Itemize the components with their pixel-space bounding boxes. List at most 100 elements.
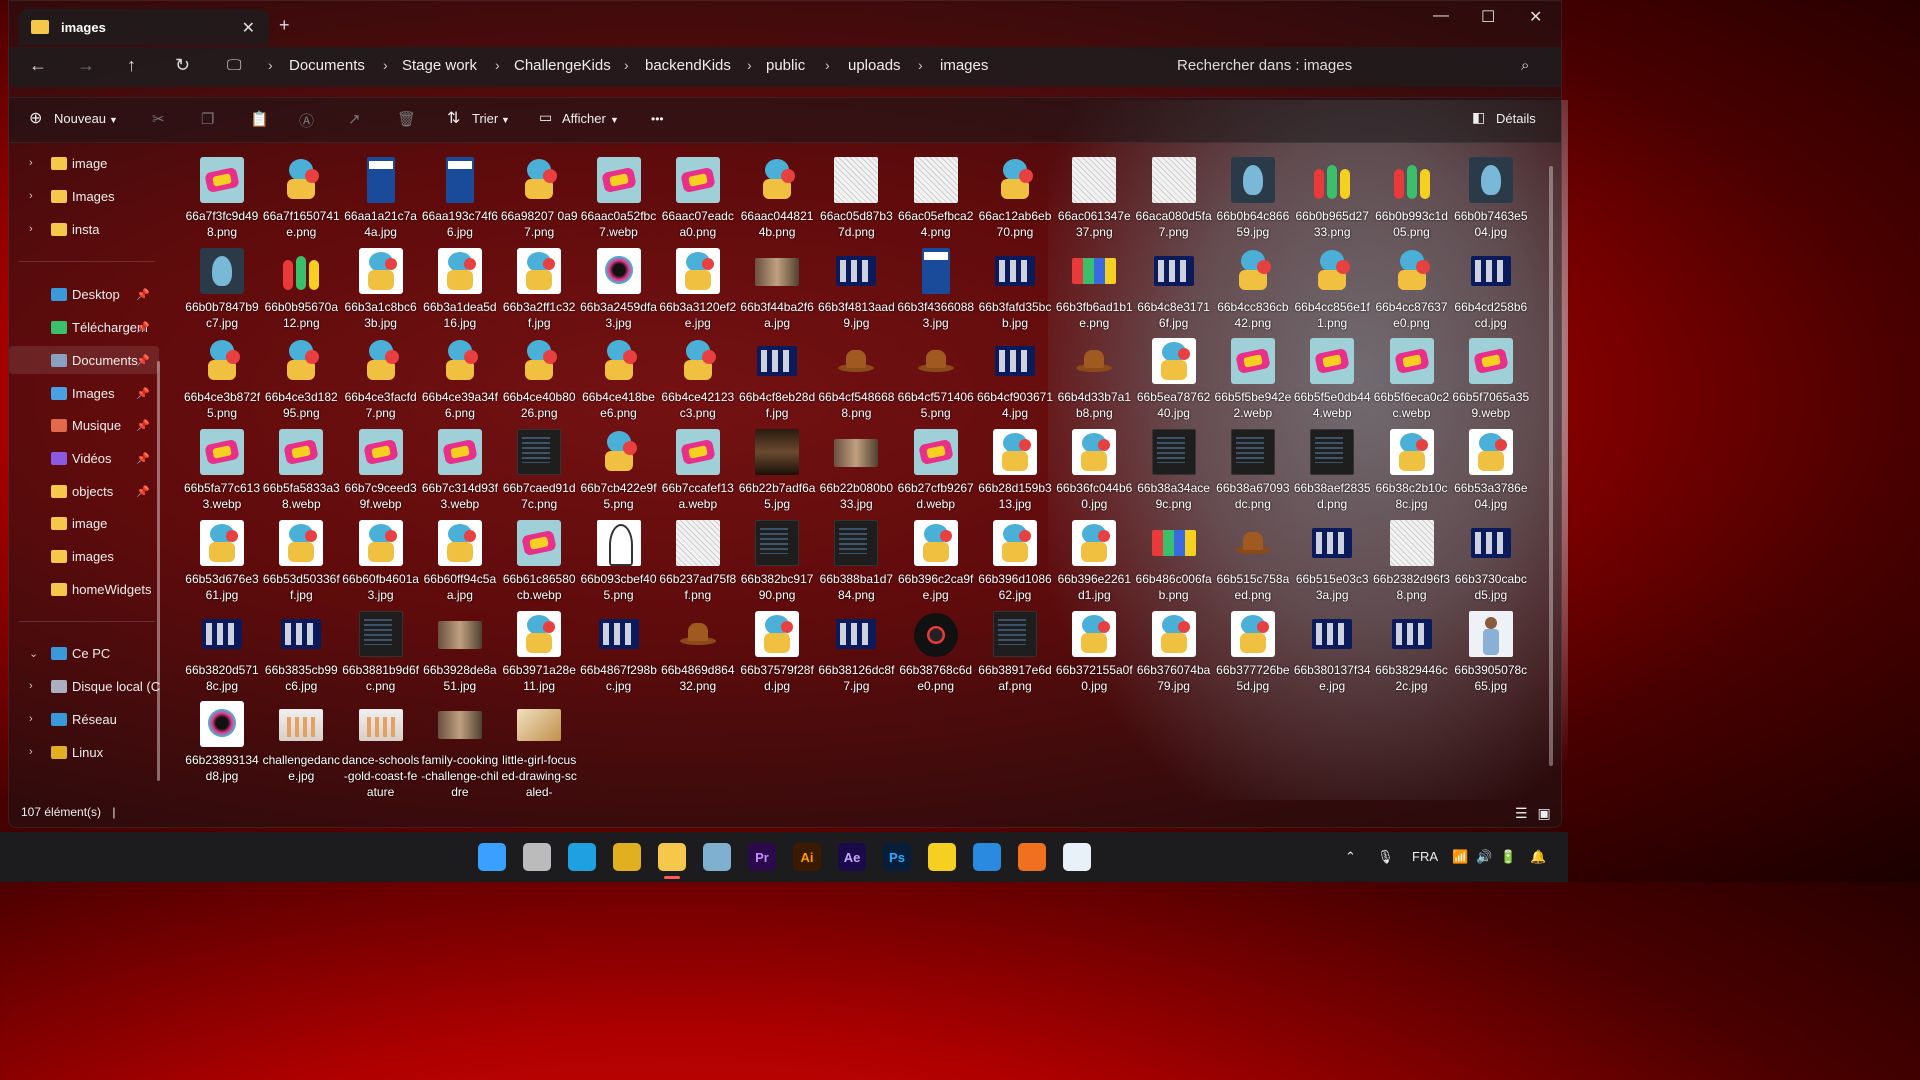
chevron-icon[interactable]: ⌄: [29, 647, 38, 660]
file-item[interactable]: 66b37579f28fd.jpg: [738, 607, 816, 693]
breadcrumb-separator-icon[interactable]: ›: [495, 57, 500, 73]
file-item[interactable]: challengedance.jpg: [262, 697, 340, 783]
sidebar-item[interactable]: homeWidgets: [9, 575, 159, 603]
task-view-icon[interactable]: [523, 843, 551, 871]
sidebar-item[interactable]: Desktop 📌: [9, 280, 159, 308]
file-item[interactable]: 66b38a34ace9c.png: [1135, 425, 1213, 511]
language-indicator[interactable]: FRA: [1412, 849, 1438, 864]
file-item[interactable]: 66b4cf5486688.png: [817, 334, 895, 420]
file-item[interactable]: 66b60ff94c5aa.jpg: [421, 516, 499, 602]
sidebar-item[interactable]: Musique 📌: [9, 411, 159, 439]
file-item[interactable]: 66b4cc836cb42.png: [1214, 244, 1292, 330]
vscode-icon[interactable]: [973, 843, 1001, 871]
file-item[interactable]: 66b5f5e0db444.webp: [1293, 334, 1371, 420]
file-item[interactable]: 66b3829446c2c.jpg: [1373, 607, 1451, 693]
sidebar-item[interactable]: › image: [9, 149, 159, 177]
file-item[interactable]: 66b093cbef405.png: [580, 516, 658, 602]
file-item[interactable]: 66b3f4813aad9.jpg: [817, 244, 895, 330]
file-item[interactable]: 66b376074ba79.jpg: [1135, 607, 1213, 693]
breadcrumb-separator-icon[interactable]: ›: [825, 57, 830, 73]
premiere-icon[interactable]: Pr: [748, 843, 776, 871]
breadcrumb-item[interactable]: backendKids: [645, 57, 731, 74]
file-item[interactable]: family-cooking-challenge-childre: [421, 697, 499, 799]
file-item[interactable]: 66b3730cabcd5.jpg: [1452, 516, 1530, 602]
file-item[interactable]: 66b53a3786e04.jpg: [1452, 425, 1530, 511]
sidebar-item[interactable]: Téléchargem 📌: [9, 313, 159, 341]
file-item[interactable]: 66b4867f298bc.jpg: [580, 607, 658, 693]
microphone-icon[interactable]: 🎙: [1377, 849, 1394, 865]
file-item[interactable]: 66b4cf9036714.jpg: [976, 334, 1054, 420]
chevron-icon[interactable]: ›: [29, 680, 33, 692]
file-item[interactable]: 66b3835cb99c6.jpg: [262, 607, 340, 693]
file-item[interactable]: 66b396d108662.jpg: [976, 516, 1054, 602]
file-item[interactable]: 66b4cf5714065.png: [897, 334, 975, 420]
file-item[interactable]: 66b3905078c65.jpg: [1452, 607, 1530, 693]
breadcrumb-item[interactable]: ChallengeKids: [514, 57, 611, 74]
terminal-icon[interactable]: [703, 843, 731, 871]
breadcrumb-item[interactable]: public: [766, 57, 805, 74]
file-item[interactable]: 66b4cf8eb28df.jpg: [738, 334, 816, 420]
paste-icon[interactable]: 📋: [250, 110, 269, 128]
chevron-icon[interactable]: ›: [29, 157, 33, 169]
file-item[interactable]: 66b22b7adf6a5.jpg: [738, 425, 816, 511]
file-item[interactable]: 66b486c006fab.png: [1135, 516, 1213, 602]
file-item[interactable]: 66b7c9ceed39f.webp: [342, 425, 420, 511]
file-item[interactable]: 66b0b993c1d05.png: [1373, 153, 1451, 239]
file-item[interactable]: 66b237ad75f8f.png: [659, 516, 737, 602]
file-item[interactable]: 66b380137f34e.jpg: [1293, 607, 1371, 693]
file-item[interactable]: 66b4ce3b872f5.png: [183, 334, 261, 420]
file-item[interactable]: 66b372155a0f0.jpg: [1055, 607, 1133, 693]
file-item[interactable]: 66b7caed91d7c.png: [500, 425, 578, 511]
sticky-notes-icon[interactable]: [928, 843, 956, 871]
file-item[interactable]: 66b4cc87637e0.png: [1373, 244, 1451, 330]
edge-icon[interactable]: [568, 843, 596, 871]
battery-icon[interactable]: 🔋: [1500, 849, 1516, 865]
file-item[interactable]: 66b3a1c8bc63b.jpg: [342, 244, 420, 330]
sort-button[interactable]: Trier: [472, 111, 498, 126]
breadcrumb-separator-icon[interactable]: ›: [268, 57, 273, 73]
file-item[interactable]: 66b4c8e31716f.jpg: [1135, 244, 1213, 330]
breadcrumb-item[interactable]: images: [940, 57, 988, 74]
file-item[interactable]: 66b38917e6daf.png: [976, 607, 1054, 693]
file-item[interactable]: 66aac0a52fbc7.webp: [580, 153, 658, 239]
file-item[interactable]: 66b0b965d2733.png: [1293, 153, 1371, 239]
file-item[interactable]: 66b5ea7876240.jpg: [1135, 334, 1213, 420]
file-item[interactable]: 66b5fa77c6133.webp: [183, 425, 261, 511]
volume-icon[interactable]: 🔊: [1476, 849, 1492, 865]
file-item[interactable]: 66b22b080b033.jpg: [817, 425, 895, 511]
file-item[interactable]: 66b7ccafef13a.webp: [659, 425, 737, 511]
chevron-icon[interactable]: ›: [29, 223, 33, 235]
chevron-icon[interactable]: ›: [29, 713, 33, 725]
details-view-icon[interactable]: ☰: [1515, 805, 1528, 821]
file-item[interactable]: 66b4ce42123c3.png: [659, 334, 737, 420]
file-item[interactable]: 66b4ce3d18295.png: [262, 334, 340, 420]
file-item[interactable]: 66b515e03c33a.jpg: [1293, 516, 1371, 602]
file-item[interactable]: 66b2382d96f38.png: [1373, 516, 1451, 602]
file-item[interactable]: 66ac05efbca24.png: [897, 153, 975, 239]
new-button[interactable]: Nouveau: [54, 111, 106, 126]
file-item[interactable]: 66b7c314d93f3.webp: [421, 425, 499, 511]
file-item[interactable]: 66b396c2ca9fe.jpg: [897, 516, 975, 602]
tray-chevron-icon[interactable]: ⌃: [1345, 849, 1356, 865]
close-button[interactable]: ✕: [1529, 7, 1542, 27]
new-tab-button[interactable]: +: [279, 15, 290, 36]
file-item[interactable]: 66b388ba1d784.png: [817, 516, 895, 602]
file-item[interactable]: 66b53d50336ff.jpg: [262, 516, 340, 602]
file-item[interactable]: 66b3928de8a51.jpg: [421, 607, 499, 693]
search-icon[interactable]: ⌕: [1521, 57, 1529, 74]
maximize-button[interactable]: ☐: [1481, 7, 1495, 27]
details-button[interactable]: Détails: [1496, 111, 1536, 126]
file-item[interactable]: 66b38768c6de0.png: [897, 607, 975, 693]
sidebar-item[interactable]: › Réseau: [9, 705, 159, 733]
file-item[interactable]: 66b0b7463e504.jpg: [1452, 153, 1530, 239]
chevron-icon[interactable]: ›: [29, 746, 33, 758]
file-item[interactable]: 66aac0448214b.png: [738, 153, 816, 239]
sidebar-item[interactable]: › Images: [9, 182, 159, 210]
breadcrumb-separator-icon[interactable]: ›: [624, 57, 629, 73]
file-item[interactable]: 66b5fa5833a38.webp: [262, 425, 340, 511]
file-item[interactable]: 66a7f1650741e.png: [262, 153, 340, 239]
file-item[interactable]: 66b4d33b7a1b8.png: [1055, 334, 1133, 420]
xampp-icon[interactable]: [1018, 843, 1046, 871]
refresh-button[interactable]: ↻: [175, 55, 190, 76]
file-item[interactable]: 66b38126dc8f7.jpg: [817, 607, 895, 693]
